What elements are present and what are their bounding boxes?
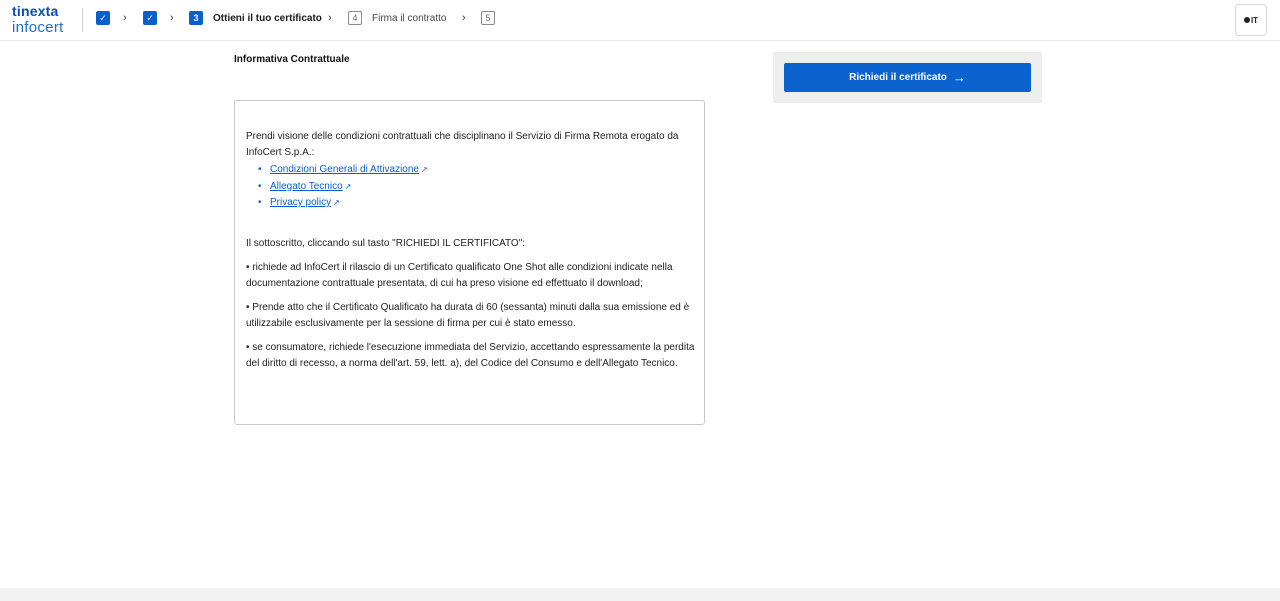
footer-bar xyxy=(0,588,1280,601)
clause-text: • richiede ad InfoCert il rilascio di un… xyxy=(246,261,673,289)
external-link-icon: ↗ xyxy=(420,165,428,174)
link-item-technical-annex: • Allegato Tecnico ↗ xyxy=(258,179,698,196)
globe-icon xyxy=(1243,17,1250,23)
logo-divider xyxy=(82,8,83,32)
language-label: IT xyxy=(1250,15,1259,25)
page-title: Informativa Contrattuale xyxy=(234,54,350,65)
request-certificate-button[interactable]: Richiedi il certificato → xyxy=(784,63,1031,92)
chevron-right-icon: › xyxy=(328,12,332,24)
conditions-link[interactable]: Condizioni Generali di Attivazione xyxy=(270,164,419,175)
brand-top-text: tinexta xyxy=(12,3,59,19)
technical-annex-link[interactable]: Allegato Tecnico xyxy=(270,181,343,192)
step-5: 5 xyxy=(481,11,495,25)
step-3-label: Ottieni il tuo certificato xyxy=(213,12,322,24)
privacy-policy-link[interactable]: Privacy policy xyxy=(270,197,331,208)
step-3-number: 3 xyxy=(189,11,203,25)
bullet-icon: • xyxy=(258,164,262,175)
step-4-label: Firma il contratto xyxy=(372,12,447,24)
step-4: 4 Firma il contratto xyxy=(348,11,446,25)
bullet-icon: • xyxy=(258,180,262,192)
tinexta-infocert-logo[interactable]: tinexta infocert xyxy=(12,3,72,37)
external-link-icon: ↗ xyxy=(344,181,352,191)
language-selector-button[interactable]: IT xyxy=(1235,4,1267,36)
chevron-right-icon: › xyxy=(123,12,127,24)
request-certificate-label: Richiedi il certificato xyxy=(849,72,947,83)
link-item-privacy: • Privacy policy ↗ xyxy=(258,195,698,212)
bullet-icon: • xyxy=(258,197,262,208)
step-1-check-icon: ✓ xyxy=(96,11,110,25)
document-links-list: • Condizioni Generali di Attivazione ↗ • … xyxy=(258,162,698,212)
contract-intro-text: Prendi visione delle condizioni contratt… xyxy=(246,131,679,158)
step-2-check-icon: ✓ xyxy=(143,11,157,25)
clause-text: • Prende atto che il Certificato Qualifi… xyxy=(246,301,690,329)
step-5-number: 5 xyxy=(481,11,495,25)
declaration-text: Il sottoscritto, cliccando sul tasto "RI… xyxy=(246,237,526,249)
contract-content: Prendi visione delle condizioni contratt… xyxy=(246,129,698,372)
link-item-conditions: • Condizioni Generali di Attivazione ↗ xyxy=(258,162,698,179)
action-panel: Richiedi il certificato → xyxy=(773,52,1042,103)
step-4-number: 4 xyxy=(348,11,362,25)
external-link-icon: ↗ xyxy=(333,198,340,207)
step-2: ✓ xyxy=(143,11,157,25)
step-1: ✓ xyxy=(96,11,110,25)
chevron-right-icon: › xyxy=(170,12,174,24)
step-3: 3 Ottieni il tuo certificato xyxy=(189,11,322,25)
chevron-right-icon: › xyxy=(462,12,466,24)
arrow-right-icon: → xyxy=(952,69,966,85)
clause-text: • se consumatore, richiede l'esecuzione … xyxy=(246,341,695,369)
top-header: tinexta infocert ✓ › ✓ › 3 Ottieni il tu… xyxy=(0,0,1280,41)
contract-info-box: Prendi visione delle condizioni contratt… xyxy=(234,100,705,425)
brand-bottom-text: infocert xyxy=(12,19,64,36)
